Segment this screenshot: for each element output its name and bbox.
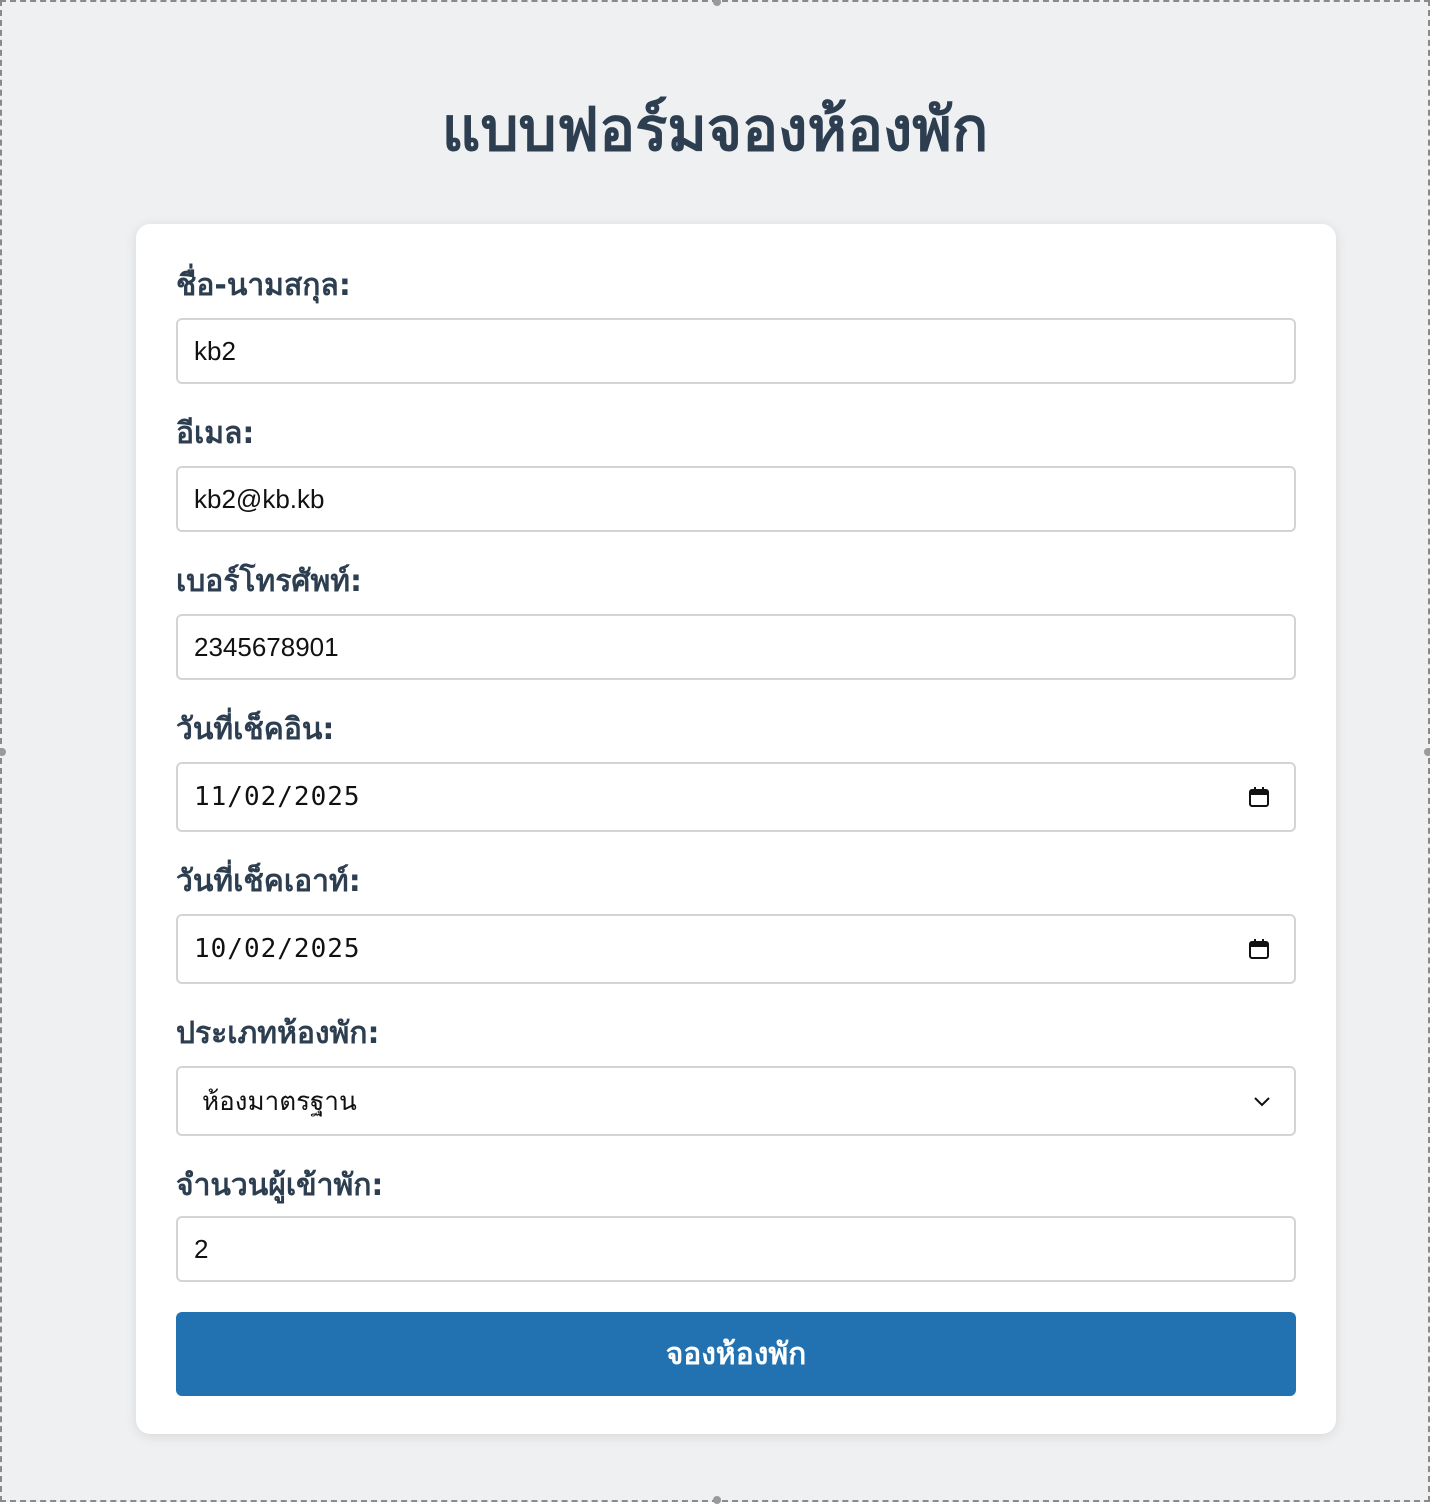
calendar-icon[interactable] xyxy=(1248,786,1270,808)
page-frame: แบบฟอร์มจองห้องพัก ชื่อ-นามสกุล: kb2 อีเ… xyxy=(0,0,1430,1504)
email-input[interactable]: kb2@kb.kb xyxy=(176,466,1296,532)
resize-handle-bottom[interactable] xyxy=(713,1496,721,1504)
room-type-selected: ห้องมาตรฐาน xyxy=(202,1086,357,1117)
resize-handle-top[interactable] xyxy=(713,0,721,6)
guests-input-value: 2 xyxy=(194,1233,209,1264)
guests-input[interactable]: 2 xyxy=(176,1216,1296,1282)
phone-input-value: 2345678901 xyxy=(194,631,339,662)
name-input[interactable]: kb2 xyxy=(176,318,1296,384)
name-label: ชื่อ-นามสกุล: xyxy=(176,268,351,303)
email-input-value: kb2@kb.kb xyxy=(194,483,325,514)
email-label: อีเมล: xyxy=(176,416,255,451)
calendar-icon[interactable] xyxy=(1248,938,1270,960)
phone-label: เบอร์โทรศัพท์: xyxy=(176,564,363,599)
checkout-date-value: 10/02/2025 xyxy=(194,934,361,964)
checkout-date-input[interactable]: 10/02/2025 xyxy=(176,914,1296,984)
checkout-label: วันที่เช็คเอาท์: xyxy=(176,864,361,899)
resize-handle-right[interactable] xyxy=(1424,748,1430,756)
chevron-down-icon xyxy=(1254,1097,1270,1107)
booking-form: ชื่อ-นามสกุล: kb2 อีเมล: kb2@kb.kb เบอร์… xyxy=(136,224,1336,1434)
resize-handle-left[interactable] xyxy=(0,748,6,756)
book-room-button[interactable]: จองห้องพัก xyxy=(176,1312,1296,1396)
name-input-value: kb2 xyxy=(194,335,236,366)
phone-input[interactable]: 2345678901 xyxy=(176,614,1296,680)
checkin-label: วันที่เช็คอิน: xyxy=(176,712,335,747)
checkin-date-input[interactable]: 11/02/2025 xyxy=(176,762,1296,832)
room-type-label: ประเภทห้องพัก: xyxy=(176,1016,380,1051)
guests-label: จำนวนผู้เข้าพัก: xyxy=(176,1168,384,1203)
page-title: แบบฟอร์มจองห้องพัก xyxy=(441,95,989,165)
checkin-date-value: 11/02/2025 xyxy=(194,782,361,812)
room-type-select[interactable]: ห้องมาตรฐาน xyxy=(176,1066,1296,1136)
